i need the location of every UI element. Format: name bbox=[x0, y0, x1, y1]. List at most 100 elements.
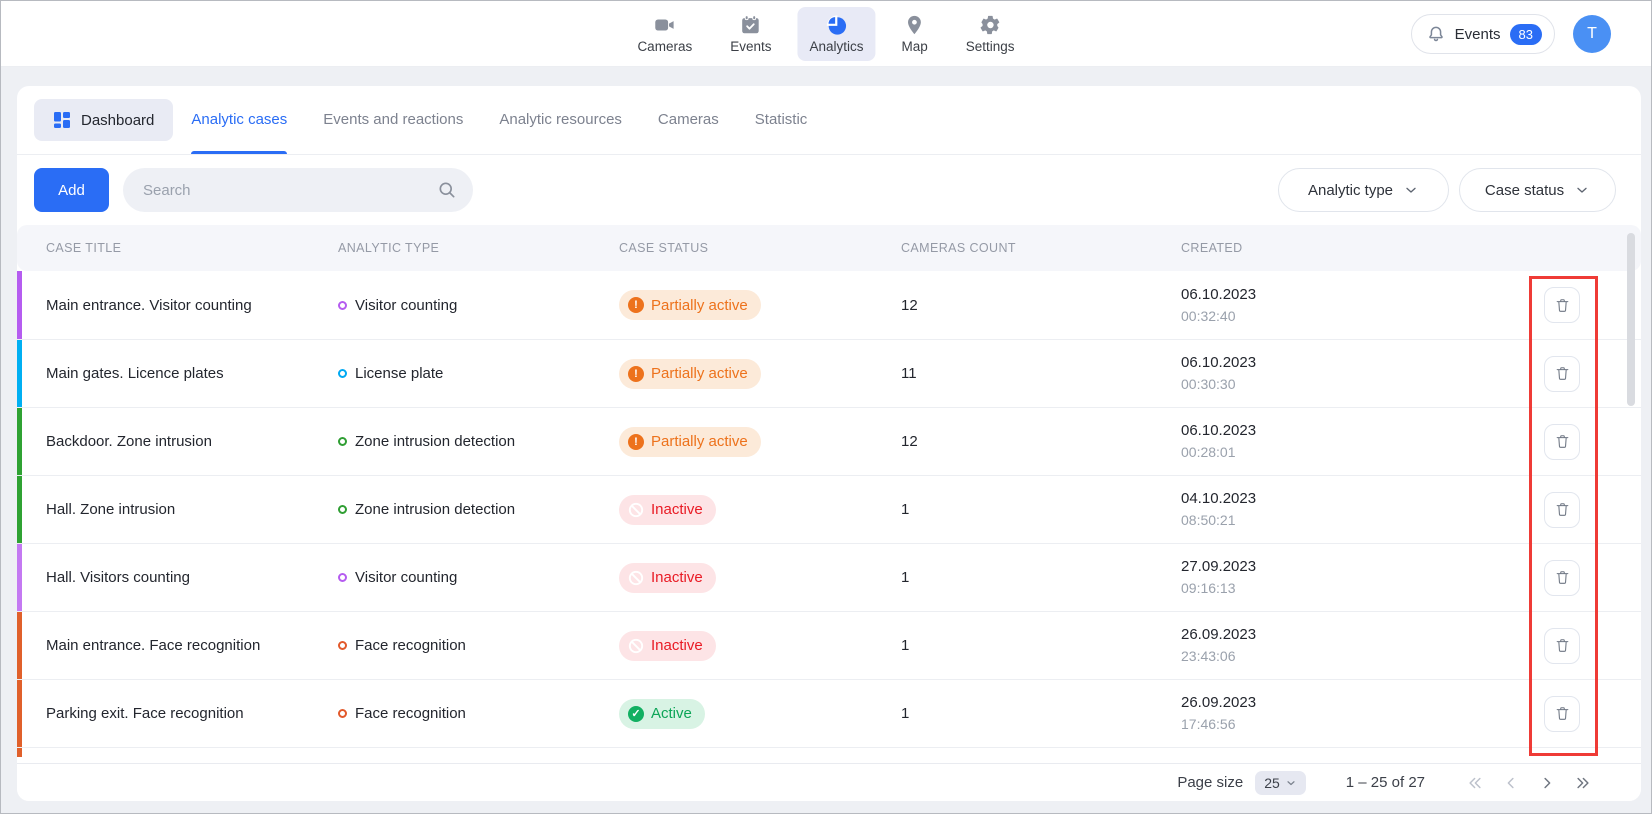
case-status-filter-label: Case status bbox=[1485, 182, 1564, 199]
table-row-partial bbox=[17, 747, 1641, 757]
analytic-type: Zone intrusion detection bbox=[314, 501, 595, 518]
analytic-type: Visitor counting bbox=[314, 297, 595, 314]
table-row[interactable]: Hall. Zone intrusion Zone intrusion dete… bbox=[17, 475, 1641, 543]
created-time: 00:32:40 bbox=[1181, 306, 1527, 326]
nav-label: Settings bbox=[966, 39, 1015, 54]
case-title: Backdoor. Zone intrusion bbox=[22, 433, 314, 450]
analytic-type-icon bbox=[338, 709, 347, 718]
nav-item-map[interactable]: Map bbox=[890, 7, 940, 61]
case-status-filter[interactable]: Case status bbox=[1459, 168, 1616, 212]
delete-button[interactable] bbox=[1544, 560, 1580, 596]
topbar-right-group: Events 83 T bbox=[1411, 1, 1611, 67]
column-header-created: CREATED bbox=[1157, 241, 1527, 255]
row-accent-bar bbox=[17, 748, 22, 757]
analytic-type-label: Zone intrusion detection bbox=[355, 501, 515, 518]
warning-icon: ! bbox=[628, 366, 644, 382]
case-title: Parking exit. Face recognition bbox=[22, 705, 314, 722]
created-cell: 06.10.2023 00:28:01 bbox=[1157, 420, 1527, 462]
trash-icon bbox=[1554, 433, 1571, 450]
warning-icon: ! bbox=[628, 434, 644, 450]
analytic-type-icon bbox=[338, 641, 347, 650]
nav-item-settings[interactable]: Settings bbox=[954, 7, 1027, 61]
dashboard-grid-icon bbox=[53, 111, 71, 129]
tab-bar: Dashboard Analytic cases Events and reac… bbox=[17, 86, 1641, 155]
delete-button[interactable] bbox=[1544, 628, 1580, 664]
analytic-type-label: License plate bbox=[355, 365, 443, 382]
previous-page-button[interactable] bbox=[1501, 773, 1521, 793]
created-time: 00:30:30 bbox=[1181, 374, 1527, 394]
nav-label: Map bbox=[902, 39, 928, 54]
analytic-type-label: Face recognition bbox=[355, 637, 466, 654]
user-avatar[interactable]: T bbox=[1573, 15, 1611, 53]
analytic-type: Face recognition bbox=[314, 637, 595, 654]
created-cell: 26.09.2023 17:46:56 bbox=[1157, 692, 1527, 734]
tab-events-and-reactions[interactable]: Events and reactions bbox=[323, 86, 463, 154]
page-size-value: 25 bbox=[1264, 775, 1280, 791]
page-size-select[interactable]: 25 bbox=[1255, 771, 1306, 795]
cameras-count: 1 bbox=[877, 569, 1157, 586]
table-row[interactable]: Main entrance. Visitor counting Visitor … bbox=[17, 271, 1641, 339]
delete-button[interactable] bbox=[1544, 492, 1580, 528]
analytic-type-filter[interactable]: Analytic type bbox=[1278, 168, 1449, 212]
last-page-button[interactable] bbox=[1573, 773, 1593, 793]
gear-icon bbox=[979, 14, 1001, 36]
case-status: ! Partially active bbox=[595, 427, 877, 457]
table-header: CASE TITLE ANALYTIC TYPE CASE STATUS CAM… bbox=[17, 225, 1641, 271]
created-time: 17:46:56 bbox=[1181, 714, 1527, 734]
search-icon bbox=[437, 180, 457, 200]
cameras-count: 11 bbox=[877, 365, 1157, 382]
table-row[interactable]: Hall. Visitors counting Visitor counting… bbox=[17, 543, 1641, 611]
status-badge: Inactive bbox=[619, 563, 716, 593]
created-date: 06.10.2023 bbox=[1181, 284, 1527, 306]
created-time: 00:28:01 bbox=[1181, 442, 1527, 462]
tab-cameras[interactable]: Cameras bbox=[658, 86, 719, 154]
nav-item-analytics[interactable]: Analytics bbox=[797, 7, 875, 61]
events-button[interactable]: Events 83 bbox=[1411, 14, 1555, 54]
chevron-down-icon bbox=[1574, 182, 1590, 198]
status-badge: ✓ Active bbox=[619, 699, 705, 729]
row-actions bbox=[1527, 424, 1641, 460]
dashboard-label: Dashboard bbox=[81, 112, 154, 129]
scrollbar-thumb[interactable] bbox=[1627, 233, 1635, 406]
next-page-button[interactable] bbox=[1537, 773, 1557, 793]
pie-chart-icon bbox=[826, 14, 848, 36]
case-title: Hall. Zone intrusion bbox=[22, 501, 314, 518]
trash-icon bbox=[1554, 705, 1571, 722]
delete-button[interactable] bbox=[1544, 356, 1580, 392]
search-input[interactable] bbox=[143, 182, 437, 199]
nav-item-events[interactable]: Events bbox=[718, 7, 783, 61]
case-status: Inactive bbox=[595, 631, 877, 661]
page-size-label: Page size bbox=[1177, 774, 1243, 791]
add-button[interactable]: Add bbox=[34, 168, 109, 212]
table-row[interactable]: Parking exit. Face recognition Face reco… bbox=[17, 679, 1641, 747]
search-box[interactable] bbox=[123, 168, 473, 212]
cameras-count: 1 bbox=[877, 705, 1157, 722]
table-row[interactable]: Main entrance. Face recognition Face rec… bbox=[17, 611, 1641, 679]
first-page-button[interactable] bbox=[1465, 773, 1485, 793]
nav-item-cameras[interactable]: Cameras bbox=[625, 7, 704, 61]
table-row[interactable]: Backdoor. Zone intrusion Zone intrusion … bbox=[17, 407, 1641, 475]
delete-button[interactable] bbox=[1544, 696, 1580, 732]
dashboard-button[interactable]: Dashboard bbox=[34, 99, 173, 141]
status-label: Partially active bbox=[651, 297, 748, 314]
case-title: Main entrance. Visitor counting bbox=[22, 297, 314, 314]
table-body: Main entrance. Visitor counting Visitor … bbox=[17, 271, 1641, 757]
trash-icon bbox=[1554, 569, 1571, 586]
tab-statistic[interactable]: Statistic bbox=[755, 86, 808, 154]
camera-icon bbox=[654, 14, 676, 36]
analytic-type-label: Visitor counting bbox=[355, 569, 457, 586]
tab-analytic-cases[interactable]: Analytic cases bbox=[191, 86, 287, 154]
tab-analytic-resources[interactable]: Analytic resources bbox=[499, 86, 622, 154]
delete-button[interactable] bbox=[1544, 424, 1580, 460]
nav-label: Cameras bbox=[637, 39, 692, 54]
created-date: 06.10.2023 bbox=[1181, 420, 1527, 442]
case-status: ! Partially active bbox=[595, 290, 877, 320]
app-window: Cameras Events Analytics bbox=[0, 0, 1652, 814]
trash-icon bbox=[1554, 637, 1571, 654]
content-card: Dashboard Analytic cases Events and reac… bbox=[17, 86, 1641, 801]
delete-button[interactable] bbox=[1544, 287, 1580, 323]
created-date: 06.10.2023 bbox=[1181, 352, 1527, 374]
status-label: Active bbox=[651, 705, 692, 722]
table-row[interactable]: Main gates. Licence plates License plate… bbox=[17, 339, 1641, 407]
nav-label: Analytics bbox=[809, 39, 863, 54]
